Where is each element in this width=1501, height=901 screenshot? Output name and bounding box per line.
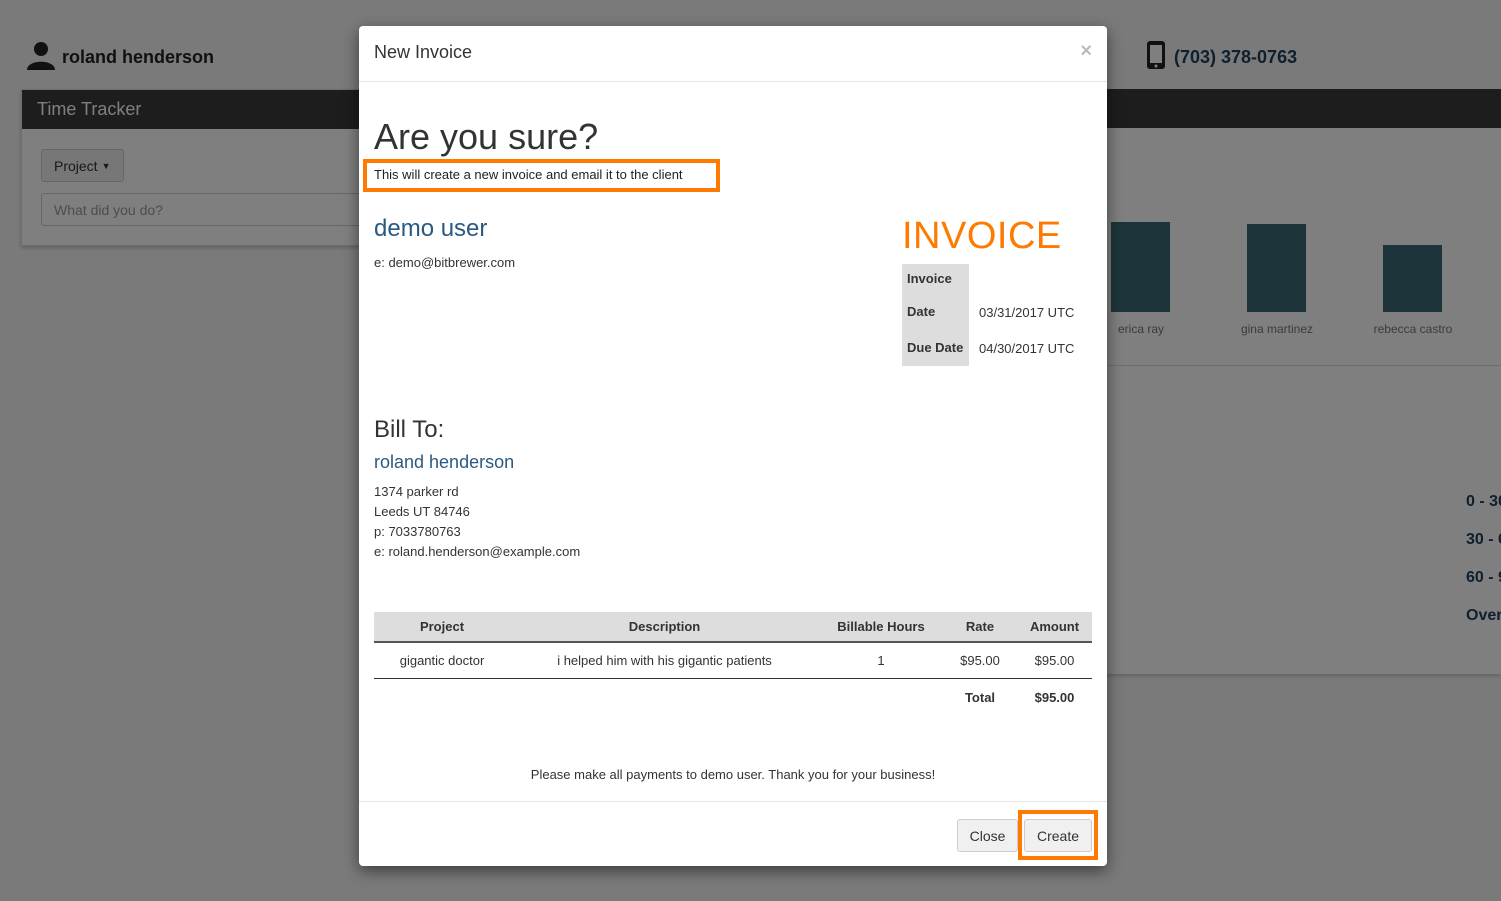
column-header-description: Description <box>510 612 819 643</box>
sender-email: e: demo@bitbrewer.com <box>374 255 516 270</box>
invoice-number-label: Invoice <box>902 264 969 294</box>
invoice-meta: Invoice Date 03/31/2017 UTC Due Date 04/… <box>902 264 1074 366</box>
cell-project: gigantic doctor <box>374 642 510 679</box>
cell-amount: $95.00 <box>1017 642 1092 679</box>
cell-rate: $95.00 <box>943 642 1017 679</box>
invoice-date-value: 03/31/2017 UTC <box>979 304 1075 320</box>
sender-name: demo user <box>374 215 488 242</box>
bill-to-email: e: roland.henderson@example.com <box>374 544 581 559</box>
bill-to-address: 1374 parker rd Leeds UT 84746 p: 7033780… <box>374 482 580 562</box>
due-date-value: 04/30/2017 UTC <box>979 340 1075 356</box>
invoice-items-table: Project Description Billable Hours Rate … <box>374 612 1092 716</box>
column-header-project: Project <box>374 612 510 643</box>
create-button[interactable]: Create <box>1024 819 1092 852</box>
close-button[interactable]: Close <box>957 819 1018 852</box>
column-header-hours: Billable Hours <box>819 612 943 643</box>
cell-description: i helped him with his gigantic patients <box>510 642 819 679</box>
column-header-rate: Rate <box>943 612 1017 643</box>
bill-to-phone: p: 7033780763 <box>374 524 461 539</box>
bill-to-heading: Bill To: <box>374 416 445 443</box>
bill-to-name: roland henderson <box>374 452 515 472</box>
new-invoice-modal: New Invoice × Are you sure? This will cr… <box>359 26 1107 866</box>
close-icon[interactable]: × <box>1080 40 1092 63</box>
bill-to-city: Leeds UT 84746 <box>374 504 470 519</box>
cell-hours: 1 <box>819 642 943 679</box>
due-date-label: Due Date <box>902 330 969 366</box>
payment-note: Please make all payments to demo user. T… <box>530 767 936 782</box>
modal-title: New Invoice <box>374 42 473 62</box>
total-row: Total $95.00 <box>374 678 1092 716</box>
invoice-date-label: Date <box>902 294 969 330</box>
table-row: gigantic doctor i helped him with his gi… <box>374 642 1092 679</box>
confirm-heading: Are you sure? <box>374 116 599 157</box>
modal-footer: Close Create <box>359 801 1107 866</box>
total-value: $95.00 <box>1034 689 1075 705</box>
modal-header: New Invoice × <box>359 26 1107 82</box>
total-label: Total <box>964 689 996 705</box>
bill-to-street: 1374 parker rd <box>374 484 459 499</box>
confirm-note: This will create a new invoice and email… <box>363 159 720 192</box>
invoice-title: INVOICE <box>902 215 1062 257</box>
column-header-amount: Amount <box>1017 612 1092 643</box>
